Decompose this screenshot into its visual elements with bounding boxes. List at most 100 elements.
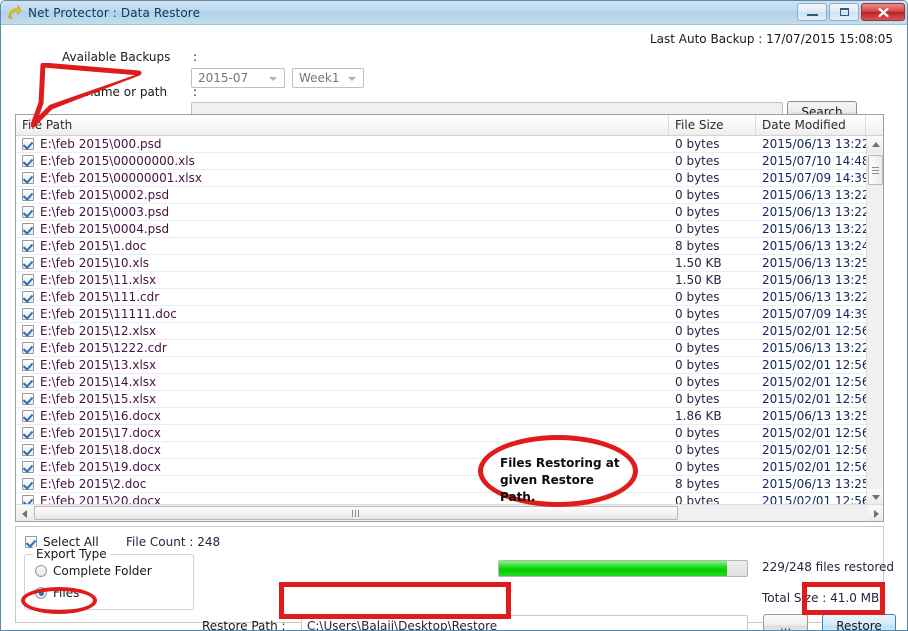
scroll-up-button[interactable] — [867, 136, 883, 153]
checkbox-icon[interactable] — [22, 393, 34, 405]
horizontal-scrollbar-thumb[interactable] — [34, 506, 678, 520]
table-row[interactable]: E:\feb 2015\19.docx 0 bytes 2015/02/01 12:… — [16, 459, 867, 476]
restore-button[interactable]: Restore — [822, 614, 896, 630]
column-header-file-path[interactable]: File Path — [16, 115, 669, 135]
checkbox-icon[interactable] — [22, 461, 34, 473]
checkbox-icon[interactable] — [22, 359, 34, 371]
file-path-text: E:\feb 2015\00000000.xls — [40, 154, 195, 168]
table-row[interactable]: E:\feb 2015\000.psd 0 bytes 2015/06/13 13:… — [16, 136, 867, 153]
checkbox-icon[interactable] — [22, 308, 34, 320]
last-auto-backup-text: Last Auto Backup : 17/07/2015 15:08:05 — [649, 32, 893, 46]
file-path-text: E:\feb 2015\0002.psd — [40, 188, 170, 202]
checkbox-icon[interactable] — [22, 376, 34, 388]
cell-date-modified: 2015/06/13 13:22:2 — [762, 341, 867, 355]
table-row[interactable]: E:\feb 2015\1222.cdr 0 bytes 2015/06/13 13… — [16, 340, 867, 357]
table-row[interactable]: E:\feb 2015\11.xlsx 1.50 KB 2015/06/13 13:… — [16, 272, 867, 289]
table-row[interactable]: E:\feb 2015\1.doc 8 bytes 2015/06/13 13:24… — [16, 238, 867, 255]
minimize-button[interactable] — [797, 3, 827, 21]
cell-file-path: E:\feb 2015\2.doc — [16, 477, 669, 491]
table-row[interactable]: E:\feb 2015\0003.psd 0 bytes 2015/06/13 13… — [16, 204, 867, 221]
cell-file-size: 8 bytes — [675, 239, 720, 253]
checkbox-icon[interactable] — [22, 410, 34, 422]
cell-date-modified: 2015/06/13 13:22:2 — [762, 188, 867, 202]
restore-path-input[interactable] — [301, 615, 748, 630]
table-row[interactable]: E:\feb 2015\2.doc 8 bytes 2015/06/13 13:25… — [16, 476, 867, 493]
column-header-file-size[interactable]: File Size — [669, 115, 756, 135]
file-path-text: E:\feb 2015\17.docx — [40, 426, 162, 440]
file-name-colon: : — [193, 85, 198, 99]
maximize-button[interactable] — [829, 3, 859, 21]
table-row[interactable]: E:\feb 2015\15.xlsx 0 bytes 2015/02/01 12:… — [16, 391, 867, 408]
checkbox-icon[interactable] — [22, 291, 34, 303]
table-row[interactable]: E:\feb 2015\13.xlsx 0 bytes 2015/02/01 12:… — [16, 357, 867, 374]
backup-week-select[interactable]: Week1 — [292, 68, 364, 88]
triangle-right-icon — [874, 509, 879, 518]
cell-file-size: 0 bytes — [675, 358, 720, 372]
checkbox-icon[interactable] — [22, 223, 34, 235]
file-path-text: E:\feb 2015\10.xls — [40, 256, 150, 270]
backup-month-value: 2015-07 — [198, 71, 249, 85]
file-count-text: File Count : 248 — [126, 535, 221, 549]
checkbox-icon[interactable] — [22, 427, 34, 439]
table-row[interactable]: E:\feb 2015\111.cdr 0 bytes 2015/06/13 13:… — [16, 289, 867, 306]
cell-file-path: E:\feb 2015\18.docx — [16, 443, 669, 457]
backup-month-select[interactable]: 2015-07 — [191, 68, 285, 88]
table-row[interactable]: E:\feb 2015\16.docx 1.86 KB 2015/06/13 13:… — [16, 408, 867, 425]
cell-date-modified: 2015/06/13 13:25:5 — [762, 273, 867, 287]
vertical-scrollbar[interactable] — [866, 136, 883, 506]
horizontal-scrollbar[interactable] — [16, 504, 883, 521]
export-type-group: Export Type Complete Folder Files — [24, 547, 194, 610]
checkbox-icon[interactable] — [22, 138, 34, 150]
radio-complete-folder[interactable]: Complete Folder — [35, 564, 152, 578]
cell-date-modified: 2015/06/13 13:24:5 — [762, 239, 867, 253]
chevron-down-icon — [269, 77, 277, 81]
file-path-text: E:\feb 2015\14.xlsx — [40, 375, 157, 389]
checkbox-icon[interactable] — [22, 172, 34, 184]
table-row[interactable]: E:\feb 2015\00000000.xls 0 bytes 2015/07/1… — [16, 153, 867, 170]
table-row[interactable]: E:\feb 2015\17.docx 0 bytes 2015/02/01 12:… — [16, 425, 867, 442]
checkbox-icon[interactable] — [22, 206, 34, 218]
checkbox-icon[interactable] — [22, 274, 34, 286]
app-arrow-icon — [6, 4, 22, 21]
scroll-left-button[interactable] — [16, 505, 33, 521]
vertical-scrollbar-thumb[interactable] — [868, 155, 883, 185]
file-path-text: E:\feb 2015\00000001.xlsx — [40, 171, 202, 185]
checkbox-icon[interactable] — [22, 325, 34, 337]
cell-date-modified: 2015/02/01 12:56:5 — [762, 460, 867, 474]
radio-complete-folder-label: Complete Folder — [53, 564, 152, 578]
file-path-text: E:\feb 2015\11.xlsx — [40, 273, 157, 287]
file-path-text: E:\feb 2015\16.docx — [40, 409, 162, 423]
checkbox-icon[interactable] — [22, 342, 34, 354]
table-row[interactable]: E:\feb 2015\00000001.xlsx 0 bytes 2015/07/… — [16, 170, 867, 187]
file-path-text: E:\feb 2015\13.xlsx — [40, 358, 157, 372]
checkbox-icon[interactable] — [22, 478, 34, 490]
radio-icon-selected — [35, 587, 47, 599]
column-header-date-modified[interactable]: Date Modified — [756, 115, 866, 135]
table-row[interactable]: E:\feb 2015\14.xlsx 0 bytes 2015/02/01 12:… — [16, 374, 867, 391]
radio-files-label: Files — [53, 586, 80, 600]
file-path-text: E:\feb 2015\11111.doc — [40, 307, 177, 321]
scroll-right-button[interactable] — [868, 505, 883, 521]
table-row[interactable]: E:\feb 2015\12.xlsx 0 bytes 2015/02/01 12:… — [16, 323, 867, 340]
cell-date-modified: 2015/06/13 13:22:2 — [762, 222, 867, 236]
table-row[interactable]: E:\feb 2015\18.docx 0 bytes 2015/02/01 12:… — [16, 442, 867, 459]
checkbox-icon[interactable] — [22, 155, 34, 167]
cell-date-modified: 2015/02/01 12:56:5 — [762, 375, 867, 389]
table-row[interactable]: E:\feb 2015\0002.psd 0 bytes 2015/06/13 13… — [16, 187, 867, 204]
table-row[interactable]: E:\feb 2015\10.xls 1.50 KB 2015/06/13 13:2… — [16, 255, 867, 272]
checkbox-icon[interactable] — [22, 257, 34, 269]
close-button[interactable] — [861, 3, 905, 21]
table-row[interactable]: E:\feb 2015\0004.psd 0 bytes 2015/06/13 13… — [16, 221, 867, 238]
table-row[interactable]: E:\feb 2015\11111.doc 0 bytes 2015/07/09 1… — [16, 306, 867, 323]
app-window: Net Protector : Data Restore Last Auto B… — [0, 0, 908, 631]
radio-files[interactable]: Files — [35, 586, 79, 600]
cell-date-modified: 2015/02/01 12:56:5 — [762, 443, 867, 457]
checkbox-icon[interactable] — [22, 240, 34, 252]
checkbox-icon[interactable] — [22, 444, 34, 456]
browse-button[interactable]: ... — [763, 614, 808, 630]
cell-file-path: E:\feb 2015\13.xlsx — [16, 358, 669, 372]
cell-file-size: 0 bytes — [675, 341, 720, 355]
file-list: File Path File Size Date Modified E:\feb… — [15, 114, 884, 522]
cell-date-modified: 2015/07/09 14:39:2 — [762, 307, 867, 321]
checkbox-icon[interactable] — [22, 189, 34, 201]
